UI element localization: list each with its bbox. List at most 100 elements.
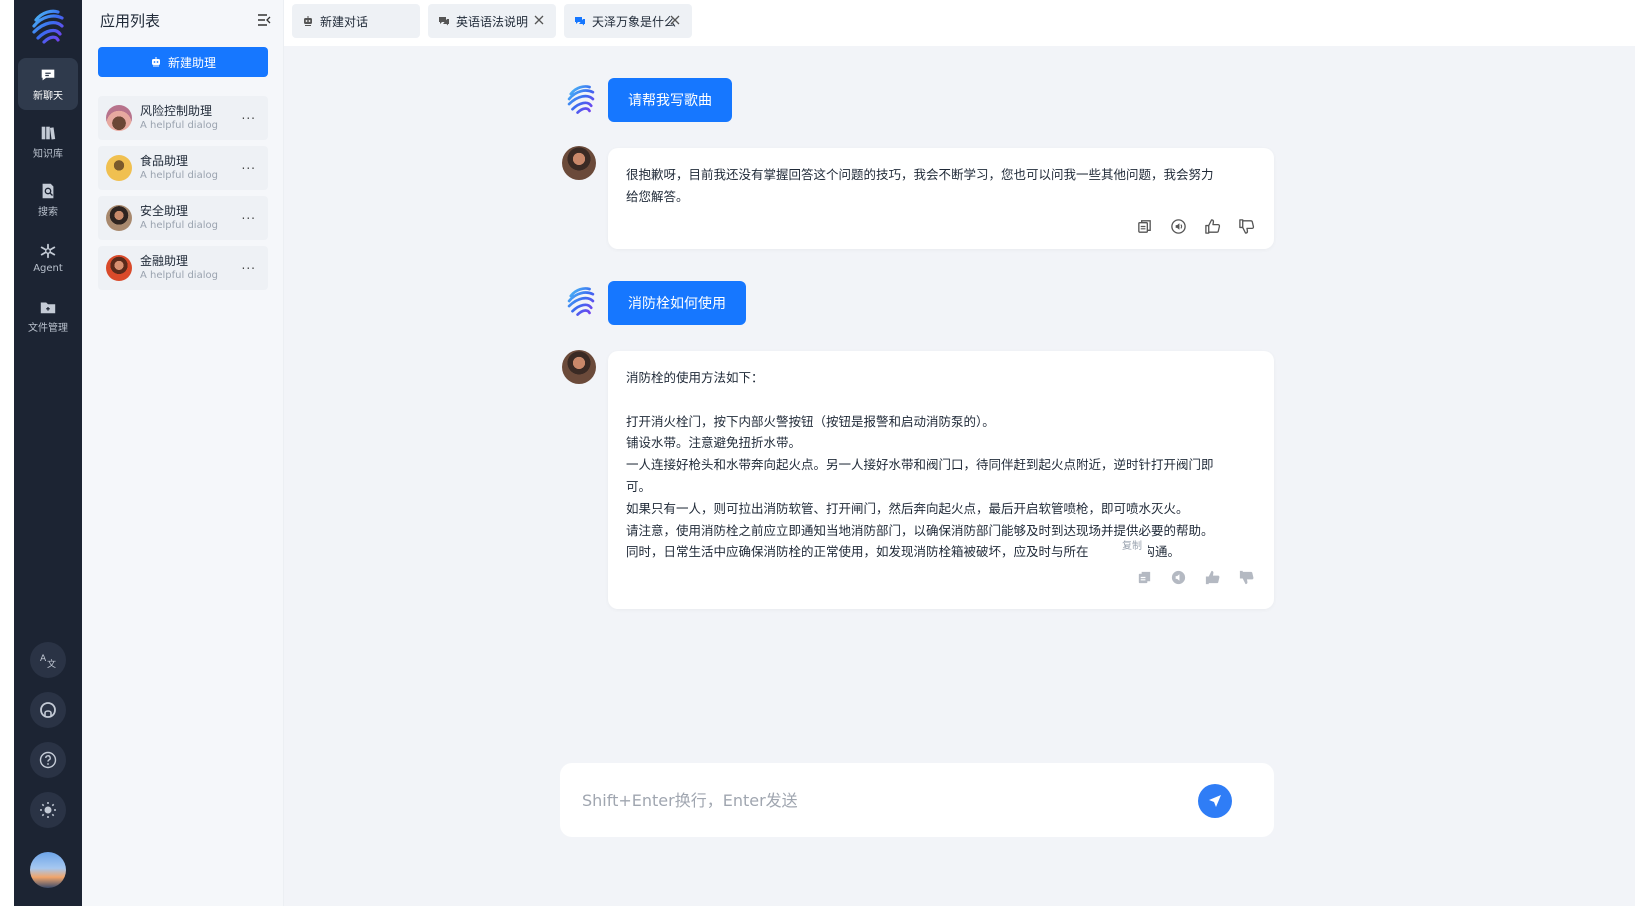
assistant-reply: 消防栓的使用方法如下： 打开消火栓门，按下内部火警按钮（按钮是报警和启动消防泵的…: [608, 351, 1274, 609]
tab-new-chat[interactable]: 新建对话: [292, 4, 420, 38]
send-icon: [1209, 795, 1221, 807]
assistant-avatar: [106, 155, 132, 181]
assistant-desc: A helpful dialog: [140, 170, 218, 181]
reply-line: [626, 389, 1256, 411]
reply-line: 同时，日常生活中应确保消防栓的正常使用，如发现消防栓箱被破坏，应及时与所在 沟通。: [626, 541, 1256, 563]
assistant-item-safety[interactable]: 安全助理 A helpful dialog ...: [98, 196, 268, 240]
help-icon: [39, 751, 57, 769]
close-tab-icon[interactable]: [532, 13, 546, 27]
reply-line: 可。: [626, 478, 652, 494]
tab-label: 英语语法说明: [456, 14, 529, 29]
github-button[interactable]: [30, 692, 66, 728]
reply-actions: [1134, 567, 1256, 587]
speak-button[interactable]: [1168, 567, 1188, 587]
thumbs-up-button[interactable]: [1202, 567, 1222, 587]
user-message-bubble: 请帮我写歌曲: [608, 78, 732, 122]
reply-line-text: 沟通。: [1142, 544, 1181, 560]
nav-label: 搜索: [38, 207, 58, 218]
assistant-name: 安全助理: [140, 204, 189, 218]
user-avatar[interactable]: [30, 852, 66, 888]
speak-button[interactable]: [1168, 216, 1188, 236]
assistant-name: 金融助理: [140, 254, 189, 268]
nav-item-files[interactable]: 文件管理: [18, 290, 78, 342]
nav-label: 知识库: [33, 149, 63, 160]
reply-line-text: 同时，日常生活中应确保消防栓的正常使用，如发现消防栓箱被破坏，应及时与所在: [626, 544, 1089, 560]
user-message-bubble: 消防栓如何使用: [608, 281, 746, 325]
help-button[interactable]: [30, 742, 66, 778]
github-icon: [40, 702, 56, 718]
reply-line: 请注意，使用消防栓之前应立即通知当地消防部门，以确保消防部门能够及时到达现场并提…: [626, 522, 1214, 538]
assistant-reply: 很抱歉呀，目前我还没有掌握回答这个问题的技巧，我会不断学习，您也可以问我一些其他…: [608, 148, 1274, 249]
app-list-panel: 应用列表 新建助理 风险控制助理 A helpful dialog ... 食品…: [82, 0, 284, 906]
nav-item-knowledge[interactable]: 知识库: [18, 116, 78, 168]
robot-icon: [151, 57, 160, 67]
new-assistant-button[interactable]: 新建助理: [98, 47, 268, 77]
thumbs-down-button[interactable]: [1236, 216, 1256, 236]
assistant-avatar: [562, 350, 596, 384]
app-root: 新聊天 知识库 搜索 Agent 文件管理 A文 应用列表 新建助理 风险控制助…: [14, 0, 1635, 906]
thumbs-down-button[interactable]: [1236, 567, 1256, 587]
reply-line: 消防栓的使用方法如下：: [626, 370, 764, 385]
close-tab-icon[interactable]: [668, 13, 682, 27]
nav-item-agent[interactable]: Agent: [18, 232, 78, 284]
tab-tianze[interactable]: 天泽万象是什么: [564, 4, 692, 38]
chat-main: 新建对话 英语语法说明 天泽万象是什么 请帮我写歌曲 很抱歉呀，目前我还没有掌握…: [284, 0, 1635, 906]
assistant-avatar: [106, 255, 132, 281]
nav-item-new-chat[interactable]: 新聊天: [18, 58, 78, 110]
theme-toggle-button[interactable]: [30, 792, 66, 828]
thumbs-up-button[interactable]: [1202, 216, 1222, 236]
send-button[interactable]: [1198, 784, 1232, 818]
svg-text:文: 文: [47, 658, 56, 670]
agent-icon: [40, 243, 56, 259]
message-input[interactable]: [582, 787, 1162, 813]
assistant-more-button[interactable]: ...: [242, 158, 256, 172]
assistant-more-button[interactable]: ...: [242, 208, 256, 222]
knowledge-icon: [41, 126, 56, 140]
tab-label: 新建对话: [320, 14, 369, 29]
reply-line: 给您解答。: [626, 188, 689, 204]
app-logo-icon: [567, 287, 595, 316]
reply-line: 一人连接好枪头和水带奔向起火点。另一人接好水带和阀门口，待同伴赶到起火点附近，逆…: [626, 457, 1214, 473]
assistant-more-button[interactable]: ...: [242, 108, 256, 122]
assistant-desc: A helpful dialog: [140, 120, 218, 131]
assistant-item-food[interactable]: 食品助理 A helpful dialog ...: [98, 146, 268, 190]
chat-bubble-icon: [575, 17, 585, 26]
assistant-name: 食品助理: [140, 154, 189, 168]
collapse-panel-icon[interactable]: [256, 12, 272, 28]
assistant-more-button[interactable]: ...: [242, 258, 256, 272]
search-doc-icon: [42, 183, 54, 199]
chat-icon: [41, 69, 55, 81]
translate-icon: A文: [40, 654, 56, 670]
new-assistant-label: 新建助理: [167, 55, 216, 70]
assistant-avatar: [562, 146, 596, 180]
assistant-item-finance[interactable]: 金融助理 A helpful dialog ...: [98, 246, 268, 290]
copy-icon: [1137, 219, 1151, 233]
assistant-name: 风险控制助理: [140, 104, 213, 118]
translate-button[interactable]: A文: [30, 642, 66, 678]
message-composer: [560, 763, 1274, 837]
nav-label: 新聊天: [33, 91, 63, 102]
assistant-desc: A helpful dialog: [140, 270, 218, 281]
reply-line: 打开消火栓门，按下内部火警按钮（按钮是报警和启动消防泵的）。: [626, 413, 995, 429]
speak-icon: [1170, 218, 1186, 234]
app-logo-icon: [567, 85, 595, 114]
copy-button[interactable]: [1134, 567, 1154, 587]
speak-icon: [1171, 570, 1185, 584]
robot-icon: [304, 16, 312, 26]
chat-bubble-icon: [439, 17, 449, 26]
reply-actions: [1134, 216, 1256, 236]
reply-line: 很抱歉呀，目前我还没有掌握回答这个问题的技巧，我会不断学习，您也可以问我一些其他…: [626, 167, 1214, 182]
tab-english-grammar[interactable]: 英语语法说明: [428, 4, 556, 38]
folder-icon: [40, 302, 56, 314]
copy-button[interactable]: [1134, 216, 1154, 236]
assistant-avatar: [106, 205, 132, 231]
nav-label: 文件管理: [28, 323, 68, 334]
tab-label: 天泽万象是什么: [592, 14, 677, 29]
copy-icon: [1138, 571, 1150, 583]
assistant-item-risk[interactable]: 风险控制助理 A helpful dialog ...: [98, 96, 268, 140]
theme-sun-icon: [40, 802, 56, 818]
tab-bar: 新建对话 英语语法说明 天泽万象是什么: [284, 0, 1635, 46]
copy-tooltip: 复制: [1116, 536, 1148, 558]
reply-line: 铺设水带。注意避免扭折水带。: [626, 435, 802, 451]
nav-item-search[interactable]: 搜索: [18, 174, 78, 226]
